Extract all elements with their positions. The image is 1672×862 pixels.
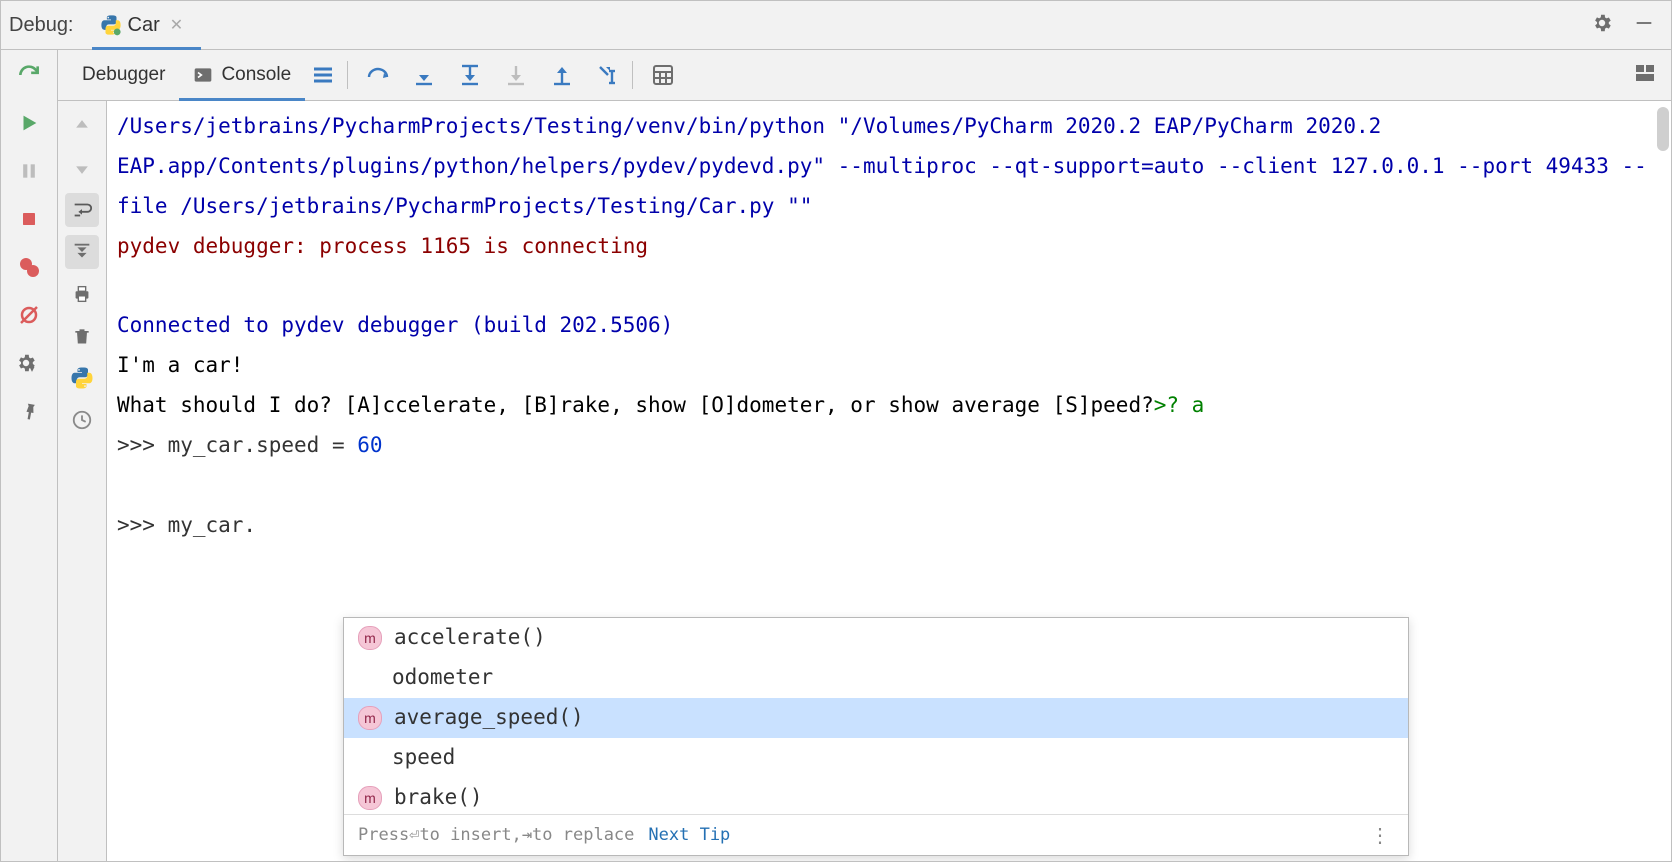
stdout-line-1: I'm a car!	[117, 346, 1663, 386]
tool-window-title: Debug:	[9, 14, 74, 37]
connecting-line: pydev debugger: process 1165 is connecti…	[117, 227, 1663, 267]
autocomplete-item[interactable]: odometer	[344, 658, 1408, 698]
run-config-tab-car[interactable]: Car ✕	[92, 1, 202, 49]
autocomplete-item[interactable]: m accelerate()	[344, 618, 1408, 658]
autocomplete-item[interactable]: m average_speed()	[344, 698, 1408, 738]
soft-wrap-icon[interactable]	[65, 193, 99, 227]
autocomplete-item[interactable]: speed	[344, 738, 1408, 778]
debug-toolbar: Debugger Console	[58, 50, 1671, 101]
force-step-into-icon[interactable]	[504, 63, 528, 87]
resume-button[interactable]	[14, 108, 44, 138]
method-badge-icon: m	[358, 626, 382, 650]
autocomplete-item-label: brake()	[394, 778, 483, 814]
minimize-icon[interactable]	[1633, 12, 1655, 39]
threads-view-icon[interactable]	[311, 63, 335, 87]
autocomplete-item-label: accelerate()	[394, 618, 546, 658]
scrollbar-thumb[interactable]	[1657, 107, 1669, 151]
autocomplete-footer: Press ⏎ to insert, ⇥ to replace Next Tip…	[344, 814, 1408, 855]
more-options-icon[interactable]: ⋮	[1370, 816, 1390, 854]
scroll-to-end-icon[interactable]	[65, 235, 99, 269]
debug-session-gutter: ▾	[1, 50, 58, 861]
debug-settings-button[interactable]: ▾	[14, 348, 44, 378]
history-icon[interactable]	[65, 403, 99, 437]
scroll-up-icon[interactable]	[65, 109, 99, 143]
field-badge-icon	[358, 667, 380, 689]
console-text: /Users/jetbrains/PycharmProjects/Testing…	[107, 101, 1671, 546]
python-file-icon	[100, 14, 122, 36]
command-line: /Users/jetbrains/PycharmProjects/Testing…	[117, 107, 1663, 227]
stop-button[interactable]	[14, 204, 44, 234]
mute-breakpoints-button[interactable]	[14, 300, 44, 330]
autocomplete-popup: m accelerate()odometer m average_speed()spe…	[343, 617, 1409, 856]
console-gutter	[58, 101, 107, 861]
python-prompt-icon[interactable]	[65, 361, 99, 395]
gear-icon[interactable]	[1591, 12, 1613, 39]
run-to-cursor-icon[interactable]	[596, 63, 620, 87]
autocomplete-item-label: speed	[392, 738, 455, 778]
step-into-my-code-icon[interactable]	[458, 63, 482, 87]
repl-line-2[interactable]: >>> my_car.	[117, 506, 1663, 546]
next-tip-link[interactable]: Next Tip	[648, 819, 730, 851]
console-output[interactable]: /Users/jetbrains/PycharmProjects/Testing…	[107, 101, 1671, 861]
method-badge-icon: m	[358, 706, 382, 730]
autocomplete-item-label: odometer	[392, 658, 493, 698]
run-config-tab-label: Car	[128, 14, 160, 37]
debug-tool-window: Debug: Car ✕	[0, 0, 1672, 862]
enter-key-icon: ⏎	[409, 819, 419, 851]
autocomplete-item-label: average_speed()	[394, 698, 584, 738]
toolbar-separator	[632, 61, 633, 89]
autocomplete-items: m accelerate()odometer m average_speed()spe…	[344, 618, 1408, 814]
scroll-down-icon[interactable]	[65, 151, 99, 185]
tab-debugger[interactable]: Debugger	[68, 50, 179, 100]
toolbar-separator	[347, 61, 348, 89]
tab-console[interactable]: Console	[179, 50, 305, 100]
print-icon[interactable]	[65, 277, 99, 311]
pause-button[interactable]	[14, 156, 44, 186]
console-icon	[193, 65, 213, 85]
stdin-line: What should I do? [A]ccelerate, [B]rake,…	[117, 386, 1663, 426]
repl-line-1: >>> my_car.speed = 60	[117, 426, 1663, 466]
evaluate-expression-icon[interactable]	[651, 63, 675, 87]
pin-tab-button[interactable]	[14, 396, 44, 426]
step-into-icon[interactable]	[412, 63, 436, 87]
debug-titlebar: Debug: Car ✕	[1, 1, 1671, 50]
tab-key-icon: ⇥	[522, 819, 532, 851]
connected-line: Connected to pydev debugger (build 202.5…	[117, 306, 1663, 346]
layout-settings-icon[interactable]	[1633, 61, 1657, 90]
autocomplete-item[interactable]: m brake()	[344, 778, 1408, 814]
field-badge-icon	[358, 747, 380, 769]
step-over-icon[interactable]	[366, 63, 390, 87]
view-breakpoints-button[interactable]	[14, 252, 44, 282]
step-out-icon[interactable]	[550, 63, 574, 87]
rerun-button[interactable]	[14, 60, 44, 90]
method-badge-icon: m	[358, 786, 382, 810]
clear-all-icon[interactable]	[65, 319, 99, 353]
close-tab-icon[interactable]: ✕	[170, 15, 183, 35]
